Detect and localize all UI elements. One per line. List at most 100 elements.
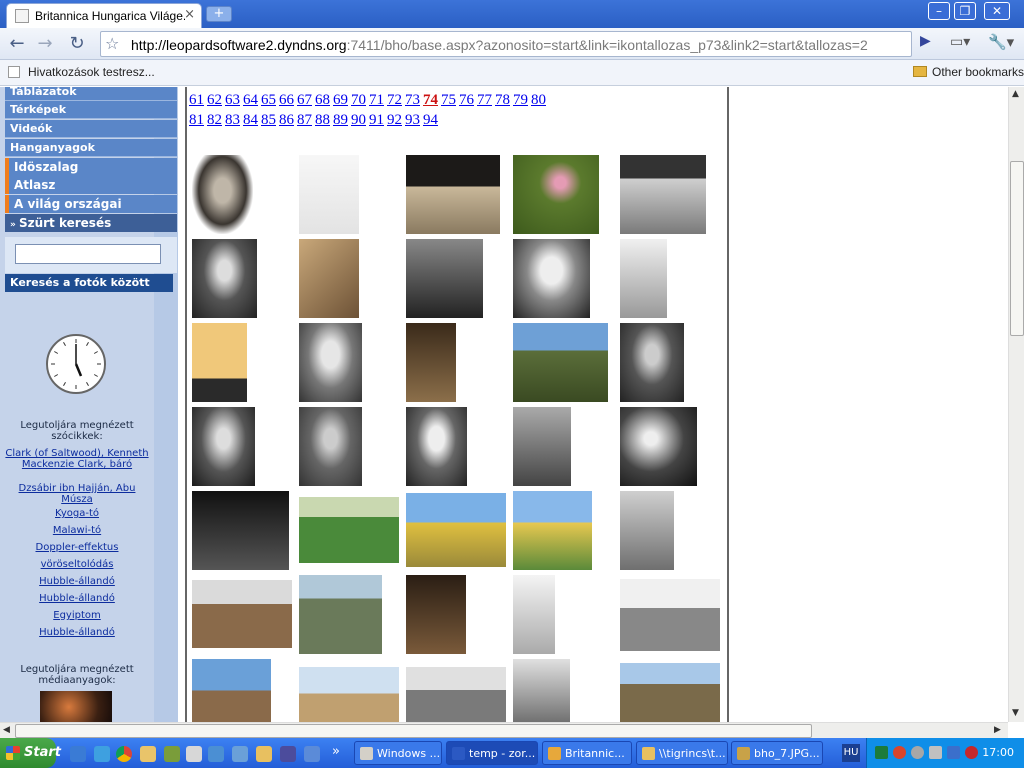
- page-number-link[interactable]: 79: [513, 92, 528, 108]
- photo-thumbnail-horse-race[interactable]: [299, 497, 399, 563]
- recent-article-link[interactable]: Doppler-effektus: [4, 542, 150, 553]
- page-number-link[interactable]: 66: [279, 92, 294, 108]
- photo-thumbnail-church-yellow-2[interactable]: [513, 491, 592, 570]
- page-number-link[interactable]: 65: [261, 92, 276, 108]
- photo-thumbnail-fruit[interactable]: [620, 407, 697, 486]
- quicklaunch-image-icon[interactable]: [208, 746, 224, 762]
- recent-article-link[interactable]: Hubble-állandó: [4, 576, 150, 587]
- sidebar-menu-item[interactable]: Atlasz: [5, 176, 177, 194]
- photo-thumbnail-square-statue[interactable]: [620, 579, 720, 651]
- reload-icon[interactable]: ↻: [66, 33, 88, 55]
- page-number-link[interactable]: 88: [315, 112, 330, 128]
- photo-thumbnail-portrait[interactable]: [299, 323, 362, 402]
- horizontal-scroll-thumb[interactable]: [15, 724, 812, 738]
- photo-thumbnail-portrait[interactable]: [406, 407, 467, 486]
- start-button[interactable]: Start: [0, 738, 61, 768]
- quicklaunch-tool-icon[interactable]: [186, 746, 202, 762]
- page-number-link[interactable]: 71: [369, 92, 384, 108]
- page-number-link[interactable]: 86: [279, 112, 294, 128]
- sidebar-menu-item[interactable]: » Szürt keresés: [5, 214, 177, 232]
- photo-thumbnail-guitarist[interactable]: [513, 407, 571, 486]
- photo-thumbnail-tower-fog[interactable]: [620, 491, 674, 570]
- quicklaunch-more-icon[interactable]: »: [332, 744, 340, 759]
- page-number-link[interactable]: 61: [189, 92, 204, 108]
- bookmark-custom-links[interactable]: Hivatkozások testresz...: [8, 65, 155, 79]
- taskbar-window-button[interactable]: Windows ...: [354, 741, 442, 765]
- tray-volume-icon[interactable]: [911, 746, 924, 759]
- maximize-window-button[interactable]: ❐: [954, 2, 976, 20]
- recent-media-thumbnail[interactable]: [40, 691, 112, 722]
- page-number-link[interactable]: 68: [315, 92, 330, 108]
- photo-thumbnail-castle[interactable]: [513, 323, 608, 402]
- page-number-link[interactable]: 77: [477, 92, 492, 108]
- horizontal-scrollbar[interactable]: ◀ ▶: [0, 722, 1008, 738]
- photo-thumbnail-interior[interactable]: [620, 155, 706, 234]
- page-number-link[interactable]: 64: [243, 92, 258, 108]
- photo-thumbnail-landscape[interactable]: [299, 575, 382, 654]
- page-number-link[interactable]: 62: [207, 92, 222, 108]
- page-number-link[interactable]: 91: [369, 112, 384, 128]
- quicklaunch-network-icon[interactable]: [280, 746, 296, 762]
- quicklaunch-ie-icon[interactable]: [94, 746, 110, 762]
- page-number-link[interactable]: 82: [207, 112, 222, 128]
- sidebar-menu-item[interactable]: A világ országai: [5, 195, 177, 213]
- page-number-link[interactable]: 73: [405, 92, 420, 108]
- photo-thumbnail-portrait[interactable]: [192, 239, 257, 318]
- vertical-scrollbar[interactable]: ▲ ▼: [1008, 87, 1024, 722]
- back-arrow-icon[interactable]: ←: [6, 33, 28, 55]
- tray-device-icon[interactable]: [929, 746, 942, 759]
- page-number-link[interactable]: 63: [225, 92, 240, 108]
- page-number-link[interactable]: 76: [459, 92, 474, 108]
- quicklaunch-chrome-icon[interactable]: [116, 746, 132, 762]
- page-number-link[interactable]: 85: [261, 112, 276, 128]
- close-window-button[interactable]: ✕: [984, 2, 1010, 20]
- sidebar-menu-item[interactable]: Idöszalag: [5, 158, 177, 176]
- photo-thumbnail-portrait[interactable]: [620, 323, 684, 402]
- sidebar-menu-item[interactable]: Videók: [5, 120, 177, 138]
- photo-thumbnail-portrait[interactable]: [192, 407, 255, 486]
- bookmark-star-icon[interactable]: ☆: [105, 34, 119, 53]
- photo-thumbnail-figure[interactable]: [513, 575, 555, 654]
- photo-search-input[interactable]: [15, 244, 161, 264]
- photo-thumbnail-standing-man[interactable]: [406, 323, 456, 402]
- page-number-link[interactable]: 89: [333, 112, 348, 128]
- page-number-link[interactable]: 94: [423, 112, 438, 128]
- page-number-link[interactable]: 70: [351, 92, 366, 108]
- wrench-menu-icon[interactable]: 🔧▾: [988, 33, 1014, 51]
- page-number-link[interactable]: 81: [189, 112, 204, 128]
- photo-thumbnail-portrait-oval[interactable]: [192, 155, 253, 234]
- photo-thumbnail-basketball[interactable]: [192, 491, 289, 570]
- recent-article-link[interactable]: Clark (of Saltwood), Kenneth Mackenzie C…: [4, 448, 150, 470]
- recent-article-link[interactable]: Kyoga-tó: [4, 508, 150, 519]
- browser-tab-britannica[interactable]: Britannica Hungarica Világe... ×: [6, 3, 202, 28]
- photo-search-button[interactable]: Keresés a fotók között: [5, 274, 173, 292]
- photo-thumbnail-painting[interactable]: [406, 575, 466, 654]
- recent-article-link[interactable]: Dzsábir ibn Hajján, Abu Músza: [4, 483, 150, 505]
- vertical-scroll-thumb[interactable]: [1010, 161, 1024, 336]
- photo-thumbnail-flower[interactable]: [513, 155, 599, 234]
- address-url[interactable]: http://leopardsoftware2.dyndns.org:7411/…: [131, 37, 868, 53]
- tab-close-icon[interactable]: ×: [184, 7, 195, 22]
- photo-thumbnail-church-yellow[interactable]: [406, 493, 506, 567]
- page-number-link[interactable]: 69: [333, 92, 348, 108]
- go-arrow-icon[interactable]: ▶: [920, 33, 931, 49]
- recent-article-link[interactable]: Egyiptom: [4, 610, 150, 621]
- page-number-link[interactable]: 75: [441, 92, 456, 108]
- photo-thumbnail-round-tower[interactable]: [192, 659, 271, 722]
- photo-thumbnail-portrait[interactable]: [299, 407, 362, 486]
- photo-thumbnail-clock-tower[interactable]: [513, 659, 570, 722]
- recent-article-link[interactable]: vöröseltolódás: [4, 559, 150, 570]
- minimize-window-button[interactable]: –: [928, 2, 950, 20]
- page-number-link[interactable]: 90: [351, 112, 366, 128]
- taskbar-window-button[interactable]: \\tigrincs\t...: [636, 741, 728, 765]
- page-number-link[interactable]: 67: [297, 92, 312, 108]
- tray-security-icon[interactable]: [893, 746, 906, 759]
- tray-shield-icon[interactable]: [965, 746, 978, 759]
- forward-arrow-icon[interactable]: →: [34, 33, 56, 55]
- scroll-left-arrow-icon[interactable]: ◀: [3, 725, 10, 735]
- page-number-link[interactable]: 80: [531, 92, 546, 108]
- page-number-link[interactable]: 78: [495, 92, 510, 108]
- taskbar-clock[interactable]: 17:00: [982, 746, 1014, 759]
- quicklaunch-remote-icon[interactable]: [304, 746, 320, 762]
- scroll-right-arrow-icon[interactable]: ▶: [994, 725, 1001, 735]
